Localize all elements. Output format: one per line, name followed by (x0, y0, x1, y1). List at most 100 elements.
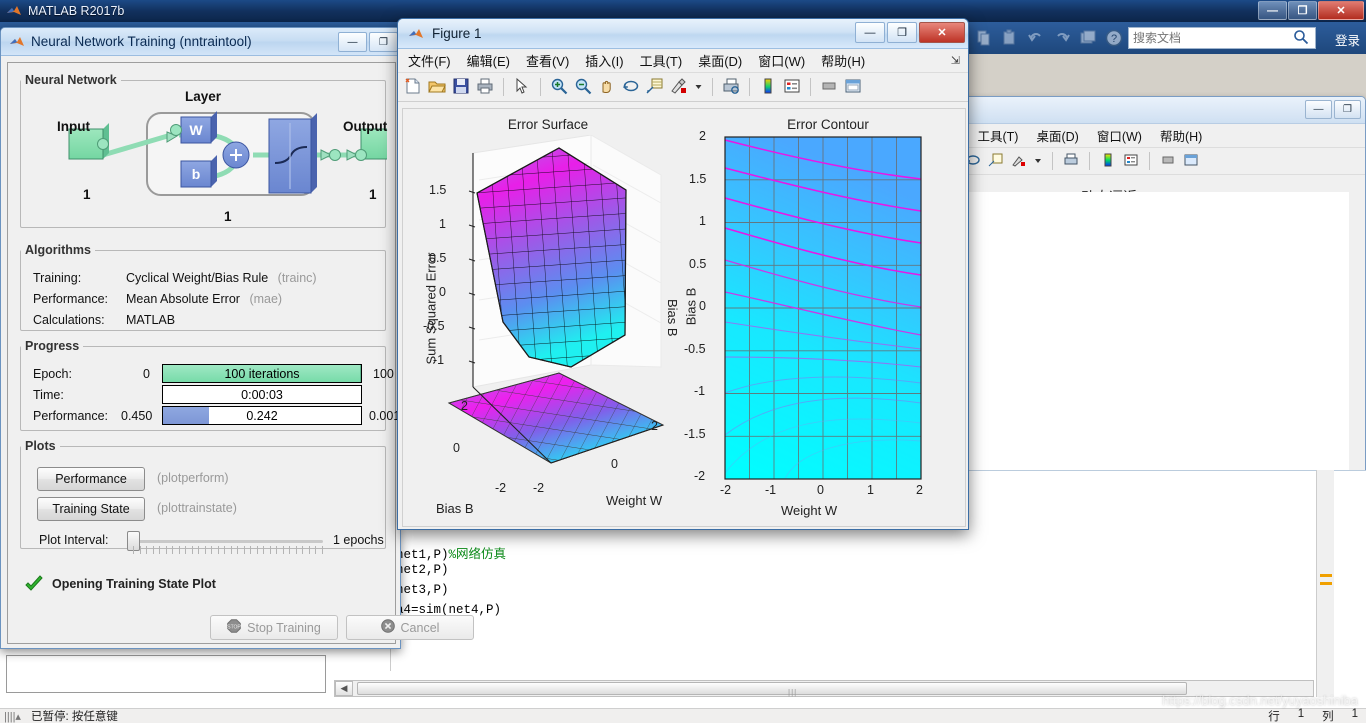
epoch-label: Epoch: (33, 367, 72, 381)
minimize-button[interactable]: — (338, 32, 367, 52)
code-line[interactable]: net3,P) (396, 583, 449, 597)
code-line[interactable]: net1,P)%网络仿真 (396, 543, 506, 562)
open-file-icon[interactable] (428, 77, 446, 98)
y-tick: 1.5 (689, 172, 707, 186)
figure1-toolbar[interactable] (398, 73, 968, 102)
cancel-button[interactable]: Cancel (346, 615, 474, 640)
resize-grip-icon[interactable]: ||||▴ (4, 710, 21, 723)
brush-dropdown-icon[interactable] (1034, 152, 1042, 171)
close-button[interactable]: ✕ (1318, 1, 1364, 20)
x-tick: 2 (651, 419, 658, 433)
figure1-window-buttons[interactable]: — ❐ ✕ (855, 22, 965, 43)
restore-button[interactable]: ❐ (887, 22, 917, 43)
figure1-titlebar[interactable]: Figure 1 — ❐ ✕ (398, 19, 968, 49)
menu-item-desktop[interactable]: 桌面(D) (698, 51, 742, 70)
y-tick: 0 (699, 299, 706, 313)
contour-y-axis-label: Bias B (683, 287, 699, 326)
redo-icon[interactable] (1053, 29, 1071, 47)
x-tick: -2 (533, 481, 545, 495)
hide-plot-tools-icon[interactable] (820, 77, 838, 98)
save-icon[interactable] (452, 77, 470, 98)
datatip-icon[interactable] (646, 77, 664, 98)
legend-icon[interactable] (1123, 152, 1139, 171)
layout-icon[interactable] (1079, 29, 1097, 47)
menu-item-tools[interactable]: 工具(T) (640, 51, 683, 70)
restore-button[interactable]: ❐ (1288, 1, 1317, 20)
progress-legend: Progress (25, 339, 80, 353)
new-figure-icon[interactable] (404, 77, 422, 98)
brush-dropdown-icon[interactable] (694, 77, 703, 98)
epoch-max: 100 (373, 367, 394, 381)
copy-icon[interactable] (975, 29, 993, 47)
menu-item-file[interactable]: 文件(F) (408, 51, 451, 70)
figure1-title: Figure 1 (432, 26, 482, 41)
zoom-in-icon[interactable] (550, 77, 568, 98)
show-plot-tools-icon[interactable] (844, 77, 862, 98)
pan-icon[interactable] (598, 77, 616, 98)
documentation-search-box[interactable] (1128, 27, 1316, 49)
brush-icon[interactable] (670, 77, 688, 98)
menu-item-insert[interactable]: 插入(I) (585, 51, 623, 70)
x-tick: 0 (611, 457, 618, 471)
menu-overflow-icon[interactable]: ⇲ (951, 54, 960, 67)
scroll-thumb[interactable]: ||| (357, 682, 1187, 697)
nntraintool-titlebar[interactable]: Neural Network Training (nntraintool) — … (1, 28, 400, 56)
search-icon[interactable] (1293, 29, 1309, 48)
performance-plot-function: (plotperform) (157, 471, 229, 485)
search-input[interactable] (1133, 31, 1293, 45)
performance-plot-button[interactable]: Performance (37, 467, 145, 491)
menu-item-tools[interactable]: 工具(T) (977, 126, 1018, 145)
colorbar-icon[interactable] (759, 77, 777, 98)
input-count: 1 (83, 187, 91, 202)
minimize-button[interactable]: — (1305, 100, 1332, 119)
show-plot-tools-icon[interactable] (1183, 152, 1199, 171)
print-icon[interactable] (476, 77, 494, 98)
menu-item-help[interactable]: 帮助(H) (1160, 126, 1202, 145)
plot-interval-slider-ticks (133, 546, 323, 554)
colorbar-icon[interactable] (1100, 152, 1116, 171)
algorithms-row: Performance: (33, 292, 108, 306)
pointer-icon[interactable] (513, 77, 531, 98)
hide-plot-tools-icon[interactable] (1160, 152, 1176, 171)
restore-button[interactable]: ❐ (1334, 100, 1361, 119)
print-preview-icon[interactable] (722, 77, 740, 98)
stop-training-button[interactable]: STOP Stop Training (210, 615, 338, 640)
performance-label: Performance: (33, 292, 109, 306)
code-line[interactable]: net2,P) (396, 563, 449, 577)
training-state-plot-button[interactable]: Training State (37, 497, 145, 521)
paste-icon[interactable] (1001, 29, 1019, 47)
undo-icon[interactable] (1027, 29, 1045, 47)
performance-max: 0.001 (369, 409, 401, 423)
minimize-button[interactable]: — (855, 22, 885, 43)
menu-item-edit[interactable]: 编辑(E) (467, 51, 510, 70)
menu-item-window[interactable]: 窗口(W) (1097, 126, 1142, 145)
cursor-position: 行 1 列 1 (1268, 708, 1358, 723)
restore-button[interactable]: ❐ (369, 32, 398, 52)
nntraintool-window-buttons[interactable]: — ❐ (338, 32, 398, 52)
print-preview-icon[interactable] (1063, 152, 1079, 171)
minimize-button[interactable]: — (1258, 1, 1287, 20)
editor-right-marker-strip[interactable] (1316, 470, 1334, 697)
brush-icon[interactable] (1011, 152, 1027, 171)
background-figure-window-buttons[interactable]: — ❐ (1305, 100, 1361, 119)
figure1-menubar[interactable]: 文件(F) 编辑(E) 查看(V) 插入(I) 工具(T) 桌面(D) 窗口(W… (398, 49, 968, 73)
plot-interval-slider-track[interactable] (133, 540, 323, 543)
rotate-3d-icon[interactable] (622, 77, 640, 98)
close-button[interactable]: ✕ (919, 22, 965, 43)
scroll-left-arrow[interactable]: ◀ (335, 681, 353, 696)
figure1-window[interactable]: Figure 1 — ❐ ✕ 文件(F) 编辑(E) 查看(V) 插入(I) 工… (397, 18, 969, 530)
zoom-out-icon[interactable] (574, 77, 592, 98)
matlab-toolstrip-icons[interactable]: ? (975, 29, 1123, 47)
toolbar-separator (712, 78, 713, 96)
menu-item-view[interactable]: 查看(V) (526, 51, 569, 70)
matlab-window-buttons[interactable]: — ❐ ✕ (1258, 1, 1364, 20)
login-link[interactable]: 登录 (1335, 30, 1360, 49)
menu-item-help[interactable]: 帮助(H) (821, 51, 865, 70)
nntraintool-window[interactable]: Neural Network Training (nntraintool) — … (0, 27, 474, 649)
legend-icon[interactable] (783, 77, 801, 98)
menu-item-window[interactable]: 窗口(W) (758, 51, 805, 70)
command-window-panel[interactable] (6, 655, 326, 693)
menu-item-desktop[interactable]: 桌面(D) (1036, 126, 1078, 145)
datatip-icon[interactable] (988, 152, 1004, 171)
help-icon[interactable]: ? (1105, 29, 1123, 47)
